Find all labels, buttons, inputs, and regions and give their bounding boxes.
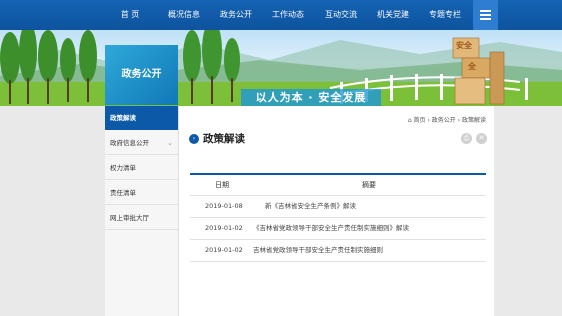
breadcrumb[interactable]: ⌂ 首页 › 政务公开 › 政策解读 [408, 115, 486, 124]
table-row[interactable]: 2019-01-08 新《吉林省安全生产条例》解读 [190, 196, 486, 218]
section-label: 政务公开 [121, 69, 162, 80]
sidebar-item-power-list[interactable]: 权力清单 [105, 156, 178, 180]
close-button[interactable]: ✕ [476, 133, 487, 144]
banner-slogan: 以人为本 · 安全发展 [241, 89, 381, 106]
nav-item-home[interactable]: 首 页 [113, 0, 147, 30]
nav-item-work-news[interactable]: 工作动态 [268, 0, 308, 30]
table-row[interactable]: 2019-01-02 《吉林省党政领导干部安全生产责任制实施细则》解读 [190, 218, 486, 240]
chevron-right-icon: › [189, 134, 199, 144]
row-date: 2019-01-02 [205, 246, 243, 254]
block-text-2: 全 [468, 62, 476, 71]
nav-item-party[interactable]: 机关党建 [373, 0, 413, 30]
top-nav: 首 页 概况信息 政务公开 工作动态 互动交流 机关党建 专题专栏 [0, 0, 562, 30]
sidebar-item-label: 政府信息公开 [110, 139, 149, 147]
sidebar: 政策解读 政府信息公开 ⌄ 权力清单 责任清单 网上审批大厅 [105, 106, 179, 316]
banner: 安全 全 以人为本 · 安全发展 [0, 30, 562, 106]
section-tile: 政务公开 [105, 45, 178, 105]
nav-item-interaction[interactable]: 互动交流 [321, 0, 361, 30]
sidebar-item-gov-info[interactable]: 政府信息公开 ⌄ [105, 131, 178, 155]
row-summary-link[interactable]: 吉林省党政领导干部安全生产责任制实施细则 [253, 240, 383, 261]
table-header: 日期 摘要 [190, 175, 486, 196]
print-button[interactable]: ⎙ [461, 133, 472, 144]
block-text-1: 安全 [456, 41, 472, 50]
row-date: 2019-01-08 [205, 202, 243, 210]
table-row[interactable]: 2019-01-02 吉林省党政领导干部安全生产责任制实施细则 [190, 240, 486, 262]
sidebar-item-responsibility-list[interactable]: 责任清单 [105, 181, 178, 205]
nav-item-gov-affairs[interactable]: 政务公开 [216, 0, 256, 30]
nav-item-overview[interactable]: 概况信息 [164, 0, 204, 30]
menu-icon[interactable] [473, 0, 498, 30]
main-content: ⌂ 首页 › 政务公开 › 政策解读 › 政策解读 ⎙ ✕ 日期 摘要 2019… [179, 106, 494, 316]
page-title: 政策解读 [203, 133, 245, 145]
row-date: 2019-01-02 [205, 224, 243, 232]
row-summary-link[interactable]: 《吉林省党政领导干部安全生产责任制实施细则》解读 [253, 218, 409, 239]
row-summary-link[interactable]: 新《吉林省安全生产条例》解读 [265, 196, 356, 217]
sidebar-item-online-approval[interactable]: 网上审批大厅 [105, 206, 178, 230]
policy-table: 日期 摘要 2019-01-08 新《吉林省安全生产条例》解读 2019-01-… [190, 173, 486, 262]
column-header-date: 日期 [215, 181, 229, 189]
column-header-summary: 摘要 [362, 181, 376, 189]
sidebar-item-policy-interpretation[interactable]: 政策解读 [105, 106, 178, 130]
chevron-down-icon: ⌄ [167, 139, 173, 147]
nav-item-special[interactable]: 专题专栏 [425, 0, 465, 30]
